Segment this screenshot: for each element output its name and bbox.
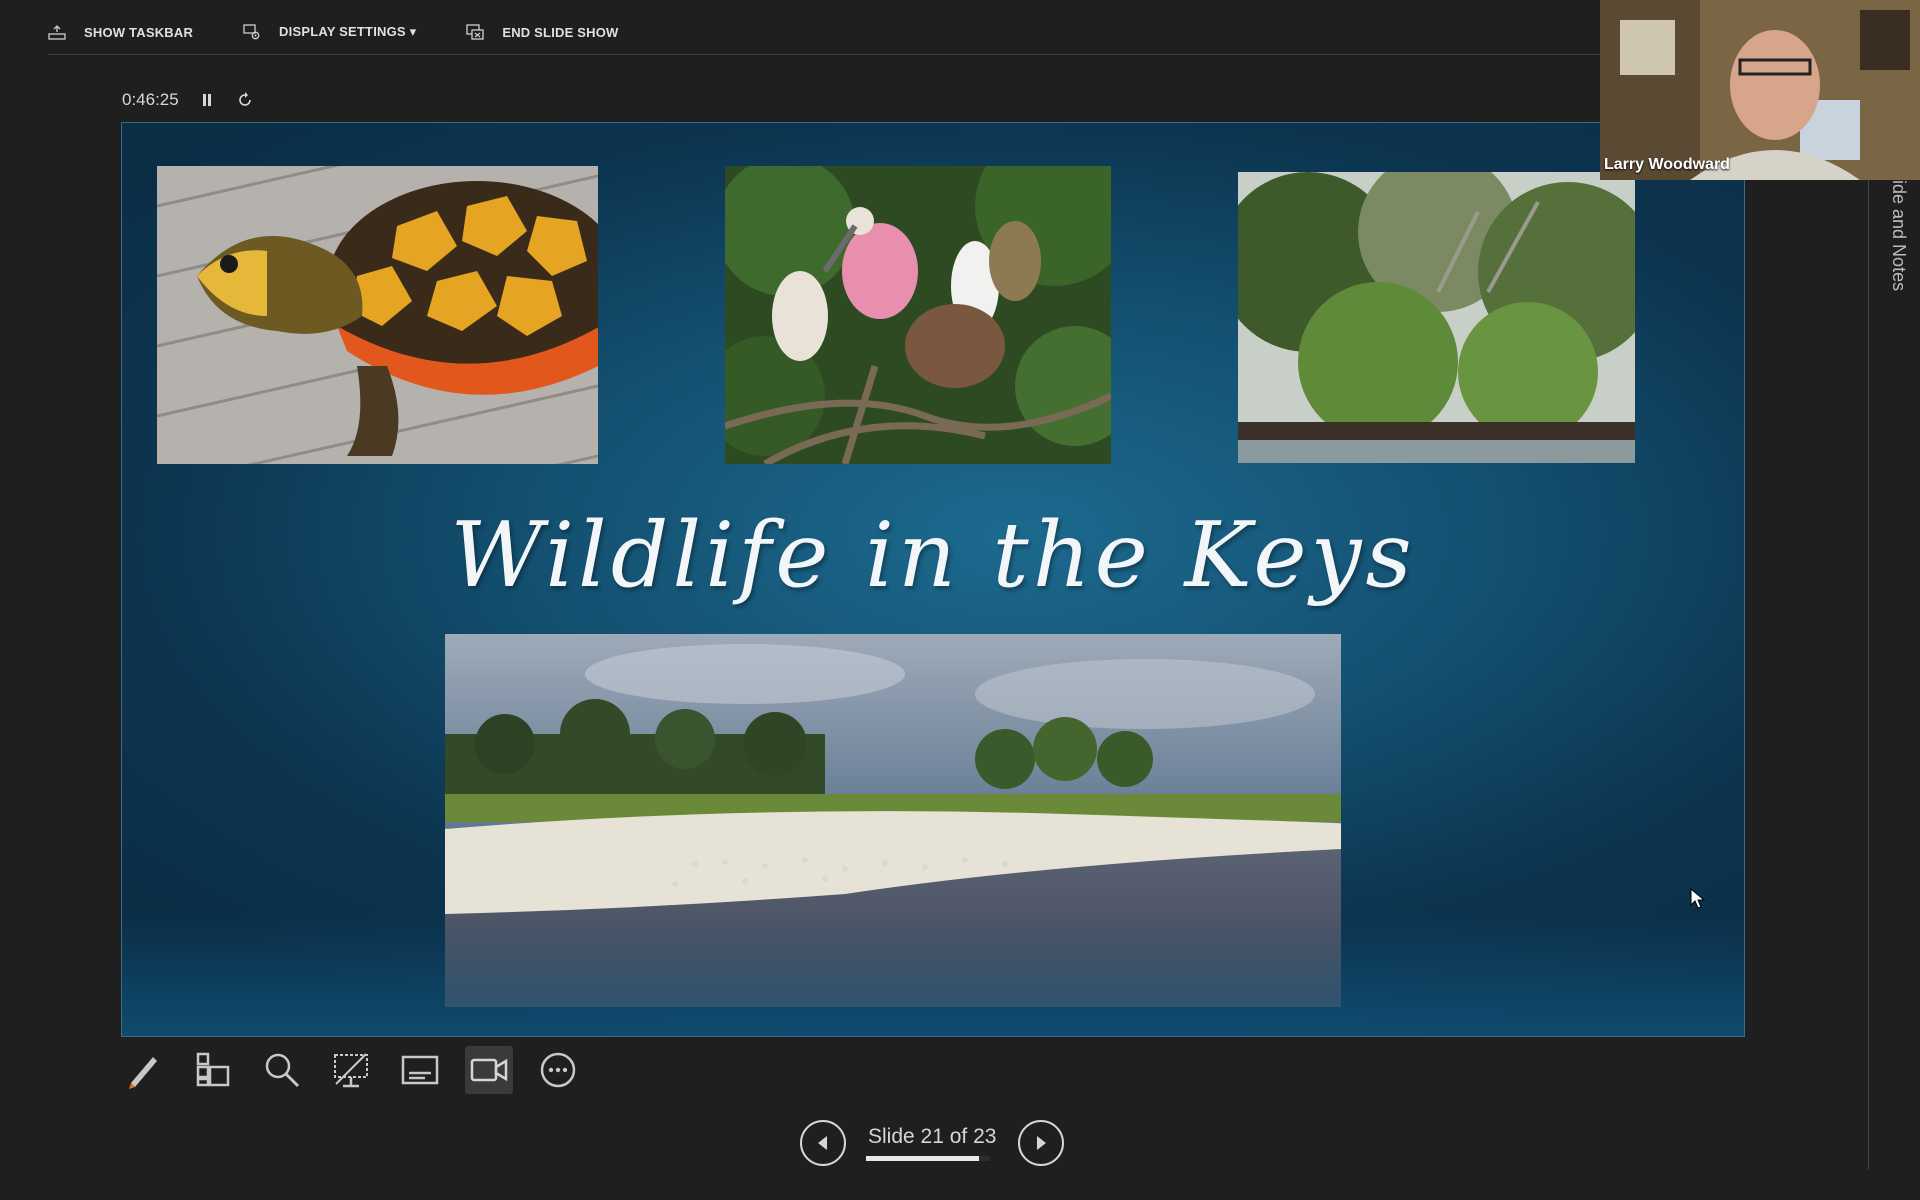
zoom-button[interactable]: [258, 1046, 306, 1094]
end-slide-show-label: END SLIDE SHOW: [502, 24, 619, 40]
slide-counter[interactable]: Slide 21 of 23: [866, 1125, 998, 1161]
reset-icon: [238, 92, 251, 106]
slide-title: Wildlife in the Keys: [450, 503, 1416, 608]
more-options-icon: [540, 1052, 576, 1088]
mouse-cursor-icon: [1690, 888, 1706, 909]
slide-tools: [120, 1046, 582, 1094]
pen-icon: [129, 1057, 157, 1089]
timer-row: 0:46:25: [122, 90, 255, 110]
elapsed-time: 0:46:25: [122, 90, 179, 109]
spoonbill-photo: [725, 166, 1111, 464]
next-slide-button[interactable]: [1018, 1120, 1065, 1166]
participant-video[interactable]: Larry Woodward: [1600, 0, 1920, 180]
slide-and-notes-toggle[interactable]: ide and Notes: [1888, 180, 1909, 291]
black-screen-button[interactable]: [327, 1046, 375, 1094]
notes-divider[interactable]: [1868, 180, 1869, 1170]
display-settings-button[interactable]: DISPLAY SETTINGS ▾: [243, 23, 416, 41]
camera-icon: [470, 1058, 508, 1082]
slide-progress-fill: [866, 1156, 980, 1161]
subtitles-button[interactable]: [396, 1046, 444, 1094]
beach-birds-photo: [445, 634, 1341, 1007]
slide-counter-text: Slide 21 of 23: [868, 1125, 997, 1148]
current-slide[interactable]: Wildlife in the Keys: [121, 122, 1745, 1037]
more-options-button[interactable]: [534, 1046, 582, 1094]
pen-tool-button[interactable]: [120, 1046, 168, 1094]
previous-slide-button[interactable]: [800, 1120, 846, 1166]
subtitles-icon: [401, 1055, 439, 1085]
presenter-toolbar: SHOW TASKBAR DISPLAY SETTINGS ▾ END SLID…: [48, 18, 669, 46]
display-settings-icon: [243, 24, 260, 40]
taskbar-icon: [48, 25, 66, 40]
display-settings-label: DISPLAY SETTINGS ▾: [279, 24, 417, 39]
camera-toggle-button[interactable]: [465, 1046, 513, 1094]
black-screen-icon: [334, 1053, 368, 1088]
pause-icon: [202, 94, 211, 106]
next-icon: [1037, 1136, 1047, 1150]
previous-icon: [818, 1136, 827, 1150]
island-rookery-photo: [1238, 172, 1635, 463]
participant-name: Larry Woodward: [1604, 156, 1730, 173]
slide-navigation: Slide 21 of 23: [800, 1120, 1065, 1166]
zoom-icon: [265, 1053, 300, 1088]
see-all-slides-icon: [196, 1052, 230, 1087]
toolbar-divider: [48, 54, 1600, 55]
video-feed: [1600, 0, 1920, 180]
slide-progress-bar: [866, 1156, 990, 1161]
turtle-photo: [157, 166, 598, 464]
show-taskbar-button[interactable]: SHOW TASKBAR: [48, 23, 193, 41]
end-show-icon: [466, 24, 484, 40]
show-taskbar-label: SHOW TASKBAR: [84, 24, 194, 40]
reset-timer-button[interactable]: [235, 90, 255, 110]
end-slide-show-button[interactable]: END SLIDE SHOW: [466, 23, 618, 41]
pause-timer-button[interactable]: [197, 90, 217, 110]
see-all-slides-button[interactable]: [189, 1046, 237, 1094]
